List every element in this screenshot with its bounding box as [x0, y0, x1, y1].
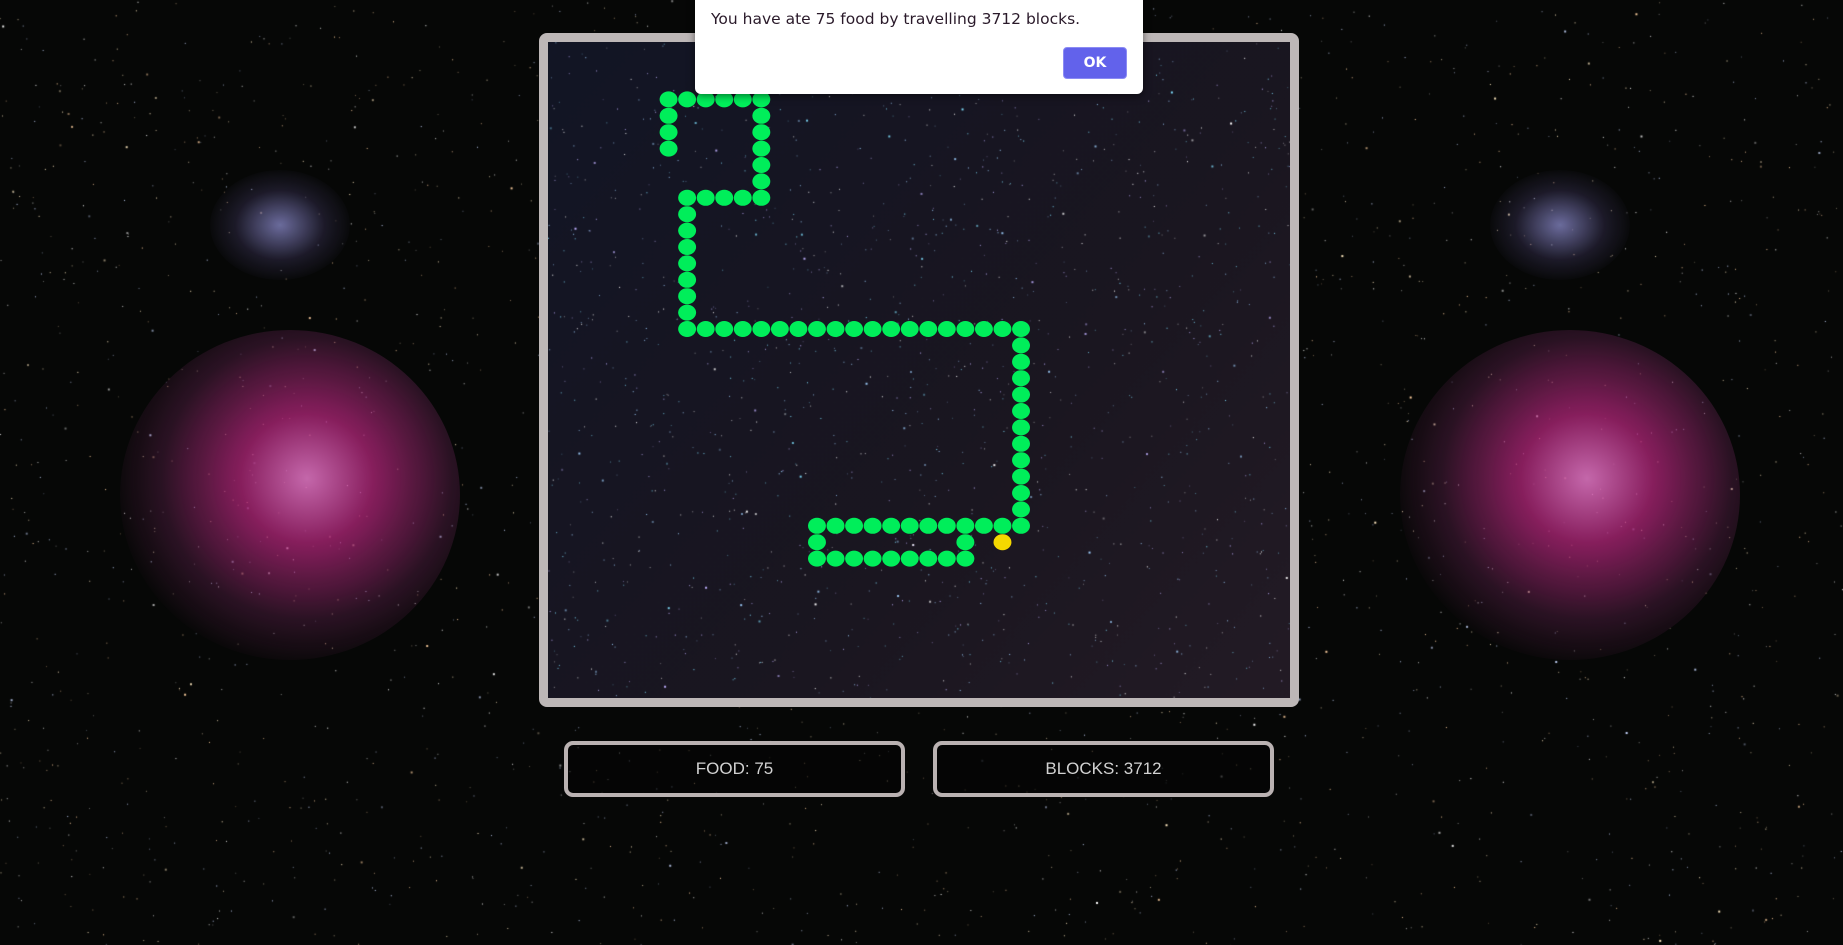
snake-segment — [789, 321, 808, 337]
snake-segment — [752, 140, 771, 157]
snake-layer — [659, 91, 1030, 567]
snake-segment — [1012, 403, 1030, 419]
snake-segment — [993, 321, 1012, 337]
food-pellet — [993, 534, 1012, 551]
snake-segment — [733, 321, 752, 337]
snake-segment — [937, 321, 956, 337]
snake-segment — [678, 239, 697, 255]
snake-segment — [956, 517, 975, 534]
snake-segment — [696, 189, 715, 206]
snake-segment — [826, 517, 845, 534]
snake-segment — [808, 517, 826, 534]
snake-segment — [678, 189, 697, 206]
snake-segment — [1012, 501, 1030, 518]
snake-segment — [752, 157, 771, 173]
snake-segment — [678, 321, 697, 337]
snake-segment — [659, 124, 678, 141]
snake-segment — [678, 271, 697, 288]
snake-segment — [678, 304, 697, 321]
snake-segment — [1012, 517, 1030, 534]
snake-segment — [956, 321, 975, 337]
alert-message: You have ate 75 food by travelling 3712 … — [711, 10, 1081, 28]
alert-dialog: You have ate 75 food by travelling 3712 … — [695, 0, 1143, 94]
snake-segment — [1012, 386, 1030, 403]
snake-segment — [1012, 468, 1030, 485]
snake-segment — [900, 321, 919, 337]
snake-segment — [1012, 485, 1030, 501]
snake-segment — [919, 321, 938, 337]
snake-segment — [993, 517, 1012, 534]
snake-segment — [678, 255, 697, 272]
snake-segment — [937, 550, 956, 567]
blocks-counter: BLOCKS: 3712 — [933, 741, 1274, 797]
snake-segment — [845, 550, 864, 567]
snake-segment — [882, 517, 901, 534]
snake-segment — [678, 222, 697, 239]
snake-segment — [659, 107, 678, 124]
snake-segment — [826, 321, 845, 337]
snake-segment — [919, 550, 938, 567]
snake-segment — [808, 534, 826, 551]
snake-segment — [752, 124, 771, 141]
snake-segment — [1012, 370, 1030, 387]
snake-segment — [678, 91, 697, 108]
snake-segment — [808, 321, 826, 337]
snake-segment — [752, 189, 771, 206]
snake-segment — [900, 517, 919, 534]
snake-segment — [974, 517, 993, 534]
snake-segment — [1012, 419, 1030, 436]
snake-segment — [752, 321, 771, 337]
snake-segment — [659, 91, 678, 108]
blocks-count-label: BLOCKS: 3712 — [1045, 759, 1162, 778]
ok-button[interactable]: OK — [1063, 47, 1127, 79]
snake-segment — [1012, 435, 1030, 452]
snake-segment — [752, 173, 771, 190]
snake-segment — [937, 517, 956, 534]
snake-segment — [919, 517, 938, 534]
snake-segment — [1012, 353, 1030, 370]
snake-segment — [715, 189, 734, 206]
snake-segment — [863, 550, 882, 567]
snake-segment — [678, 288, 697, 305]
food-count-label: FOOD: 75 — [695, 759, 774, 778]
snake-segment — [733, 189, 752, 206]
snake-segment — [1012, 321, 1030, 337]
snake-segment — [882, 321, 901, 337]
food-counter: FOOD: 75 — [564, 741, 905, 797]
snake-segment — [826, 550, 845, 567]
snake-segment — [900, 550, 919, 567]
snake-segment — [974, 321, 993, 337]
snake-segment — [882, 550, 901, 567]
snake-segment — [715, 321, 734, 337]
snake-segment — [1012, 452, 1030, 469]
snake-segment — [863, 321, 882, 337]
snake-segment — [845, 321, 864, 337]
snake-segment — [752, 107, 771, 124]
snake-segment — [678, 206, 697, 223]
snake-segment — [808, 550, 826, 567]
snake-segment — [845, 517, 864, 534]
snake-segment — [1012, 337, 1030, 354]
snake-segment — [659, 140, 678, 157]
snake-segment — [770, 321, 789, 337]
snake-segment — [863, 517, 882, 534]
snake-segment — [956, 534, 975, 551]
snake-segment — [696, 321, 715, 337]
snake-segment — [956, 550, 975, 567]
game-board[interactable] — [539, 33, 1299, 707]
